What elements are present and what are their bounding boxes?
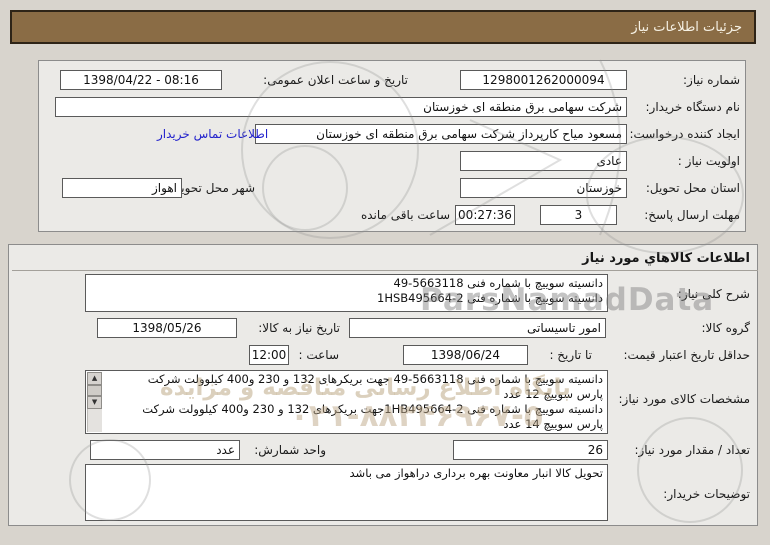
buyer-notes-field[interactable]: تحویل کالا انبار معاونت بهره برداری دراه…: [85, 464, 608, 521]
buyer-org-field[interactable]: شرکت سهامی برق منطقه ای خوزستان: [55, 97, 627, 117]
specs-line: دانسیته سوییچ با شماره فنی 5663118-49 جه…: [106, 372, 603, 387]
page-title: جزئیات اطلاعات نیاز: [10, 10, 756, 44]
buyer-org-label: نام دستگاه خریدار:: [646, 100, 741, 114]
summary-line: دانسیته سوییچ با شماره فنی 5663118-49: [90, 276, 603, 291]
city-field[interactable]: اهواز: [62, 178, 182, 198]
price-validity-label: حداقل تاریخ اعتبار قیمت:: [623, 348, 750, 362]
specs-line: پارس سوییچ 12 عدد: [106, 387, 603, 402]
creator-field[interactable]: مسعود میاح کارپرداز شرکت سهامی برق منطقه…: [255, 124, 627, 144]
province-label: استان محل تحویل:: [646, 181, 740, 195]
need-summary-field[interactable]: دانسیته سوییچ با شماره فنی 5663118-49 دا…: [85, 274, 608, 312]
deadline-days-field[interactable]: 3: [540, 205, 617, 225]
goods-group-label: گروه کالا:: [702, 321, 751, 335]
until-date-label: تا تاریخ :: [549, 348, 592, 362]
price-validity-hour-field[interactable]: 12:00: [249, 345, 289, 365]
scroll-down-icon[interactable]: ▼: [87, 396, 102, 409]
announce-datetime-field[interactable]: 1398/04/22 - 08:16: [60, 70, 222, 90]
notes-line: تحویل کالا انبار معاونت بهره برداری دراه…: [90, 466, 603, 481]
buyer-notes-label: توضیحات خریدار:: [663, 487, 750, 501]
specs-line: دانسیته سوییچ با شماره فنی 1HB495664-2جه…: [106, 402, 603, 417]
need-number-field[interactable]: 1298001262000094: [460, 70, 627, 90]
deadline-remaining-text: ساعت باقی مانده: [361, 208, 450, 222]
reply-deadline-label: مهلت ارسال پاسخ:: [644, 208, 740, 222]
creator-label: ایجاد کننده درخواست:: [629, 127, 740, 141]
quantity-label: تعداد / مقدار مورد نیاز:: [634, 443, 750, 457]
buyer-contact-link[interactable]: اطلاعات تماس خریدار: [157, 127, 268, 141]
specs-line: پارس سوییچ 14 عدد: [106, 417, 603, 432]
deadline-time-field[interactable]: 00:27:36: [455, 205, 515, 225]
need-number-label: شماره نیاز:: [683, 73, 740, 87]
goods-specs-label: مشخصات کالای مورد نیاز:: [618, 392, 750, 406]
need-date-label: تاریخ نیاز به کالا:: [258, 321, 340, 335]
section-divider: [12, 270, 758, 271]
need-date-field[interactable]: 1398/05/26: [97, 318, 237, 338]
need-summary-label: شرح کلی نیاز:: [678, 287, 750, 301]
quantity-field[interactable]: 26: [453, 440, 608, 460]
goods-group-field[interactable]: امور تاسیساتی: [349, 318, 606, 338]
unit-label: واحد شمارش:: [254, 443, 326, 457]
page-title-text: جزئیات اطلاعات نیاز: [631, 20, 742, 35]
province-field[interactable]: خوزستان: [460, 178, 627, 198]
specs-scrollbar[interactable]: ▲ ▼: [87, 372, 102, 432]
price-validity-date-field[interactable]: 1398/06/24: [403, 345, 528, 365]
summary-line: دانسیته سوییچ با شماره فنی 1HSB495664-2: [90, 291, 603, 306]
announce-datetime-label: تاریخ و ساعت اعلان عمومی:: [263, 73, 408, 87]
goods-specs-field[interactable]: دانسیته سوییچ با شماره فنی 5663118-49 جه…: [85, 370, 608, 434]
need-details-page: { "window": { "title": "جزئیات اطلاعات ن…: [0, 0, 770, 545]
priority-label: اولویت نیاز :: [678, 154, 740, 168]
hour-label: ساعت :: [298, 348, 339, 362]
priority-field[interactable]: عادی: [460, 151, 627, 171]
scroll-up-icon[interactable]: ▲: [87, 372, 102, 385]
goods-section-title: اطلاعات کالاهاي مورد نیاز: [582, 251, 750, 266]
unit-field[interactable]: عدد: [90, 440, 240, 460]
